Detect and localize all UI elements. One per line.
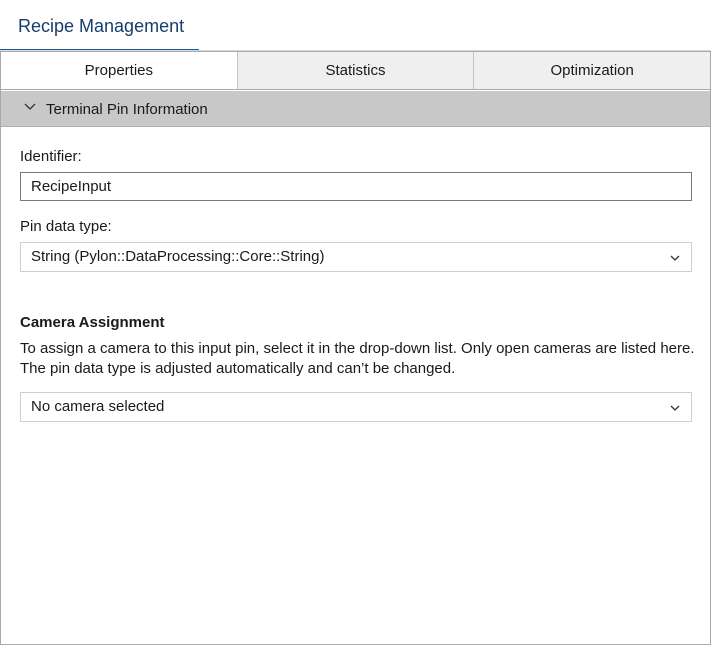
camera-select-value: No camera selected: [31, 398, 165, 415]
tab-optimization[interactable]: Optimization: [473, 52, 711, 89]
identifier-field[interactable]: RecipeInput: [20, 172, 692, 201]
tab-recipe-management[interactable]: Recipe Management: [0, 0, 199, 51]
tab-bar: Properties Statistics Optimization: [1, 51, 711, 90]
camera-description-line1: To assign a camera to this input pin, se…: [20, 340, 695, 357]
pin-data-type-value: String (Pylon::DataProcessing::Core::Str…: [31, 248, 325, 265]
chevron-down-icon: [670, 405, 680, 411]
camera-assignment-heading: Camera Assignment: [20, 314, 165, 331]
pin-data-type-label: Pin data type:: [20, 218, 112, 235]
identifier-label: Identifier:: [20, 148, 82, 165]
tab-properties[interactable]: Properties: [1, 52, 237, 89]
pin-data-type-select[interactable]: String (Pylon::DataProcessing::Core::Str…: [20, 242, 692, 272]
tab-statistics[interactable]: Statistics: [236, 52, 474, 89]
properties-panel: Properties Statistics Optimization Termi…: [0, 51, 711, 645]
camera-select[interactable]: No camera selected: [20, 392, 692, 422]
camera-description-line2: The pin data type is adjusted automatica…: [20, 360, 456, 377]
section-title: Terminal Pin Information: [46, 101, 208, 118]
chevron-down-icon: [670, 255, 680, 261]
chevron-down-icon: [24, 103, 36, 110]
recipe-management-title: Recipe Management: [18, 16, 185, 36]
terminal-pin-section-header[interactable]: Terminal Pin Information: [1, 91, 710, 127]
